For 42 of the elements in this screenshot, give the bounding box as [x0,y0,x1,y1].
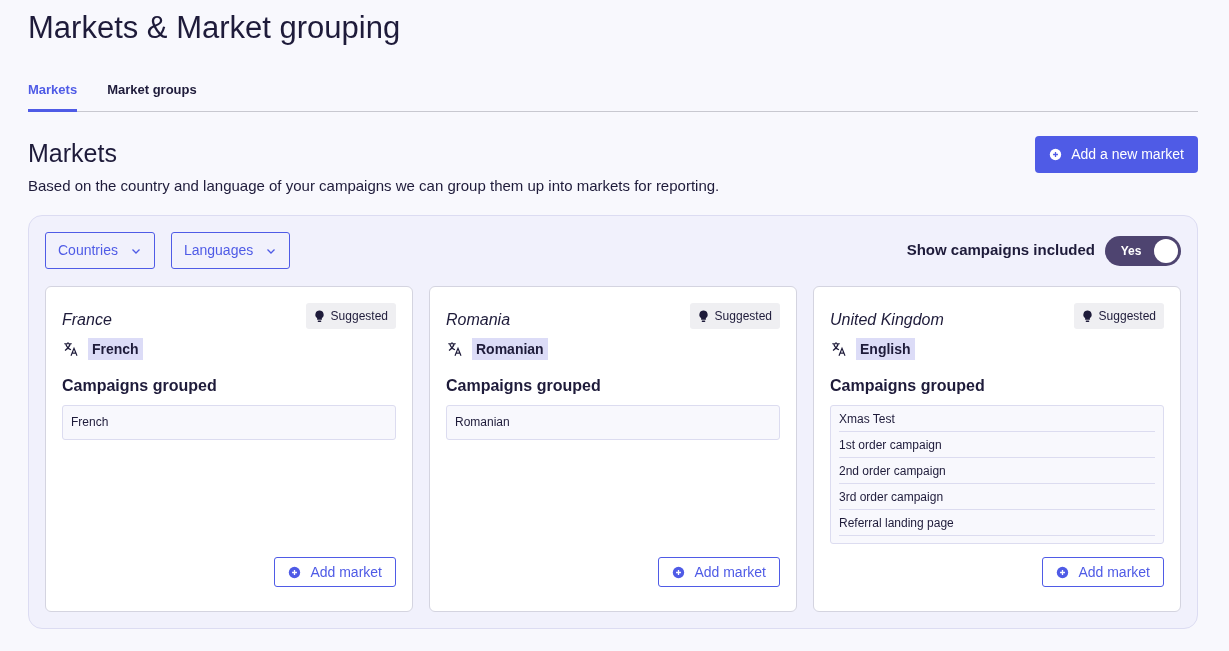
campaigns-heading: Campaigns grouped [446,376,601,396]
language-tag: French [88,338,143,360]
plus-circle-icon [1049,147,1063,161]
add-new-market-button[interactable]: Add a new market [1035,135,1198,173]
lightbulb-icon [313,309,325,323]
toggle-label: Show campaigns included [906,240,1095,261]
translate-icon [830,340,848,358]
campaign-item: Romanian [455,414,511,431]
tab[interactable]: Market groups [107,80,197,112]
country-name: France [62,310,112,330]
add-market-button[interactable]: Add market [1042,557,1164,587]
plus-circle-icon [672,565,686,579]
plus-circle-icon [1056,565,1070,579]
campaign-item: French [71,414,110,431]
suggested-badge: Suggested [305,303,396,329]
campaign-item: 3rd order campaign [839,484,1155,510]
campaign-item: Referral landing page [839,510,1155,536]
country-name: Romania [446,310,511,330]
tab[interactable]: Markets [28,80,78,112]
filter-dropdown[interactable]: Countries [45,232,155,269]
lightbulb-icon [697,309,709,323]
add-market-button[interactable]: Add market [274,557,396,587]
country-name: United Kingdom [830,310,944,330]
page-title: Markets & Market grouping [28,9,401,47]
section-description: Based on the country and language of your campaigns we can group them up into markets for reporting. [28,175,720,196]
filter-dropdown[interactable]: Languages [170,232,291,269]
translate-icon [446,340,464,358]
campaign-item: Xmas Test [839,406,1155,432]
campaigns-heading: Campaigns grouped [62,376,217,396]
toggle-switch[interactable]: Yes [1105,235,1181,266]
language-tag: English [856,338,915,360]
plus-circle-icon [288,565,302,579]
translate-icon [62,340,80,358]
campaign-item: 2nd order campaign [839,458,1155,484]
campaign-item: 1st order campaign [839,432,1155,458]
lightbulb-icon [1081,309,1093,323]
language-tag: Romanian [472,338,548,360]
suggested-badge: Suggested [689,303,780,329]
add-market-button[interactable]: Add market [658,557,780,587]
suggested-badge: Suggested [1073,303,1164,329]
campaigns-heading: Campaigns grouped [830,376,985,396]
section-title: Markets [28,137,117,169]
